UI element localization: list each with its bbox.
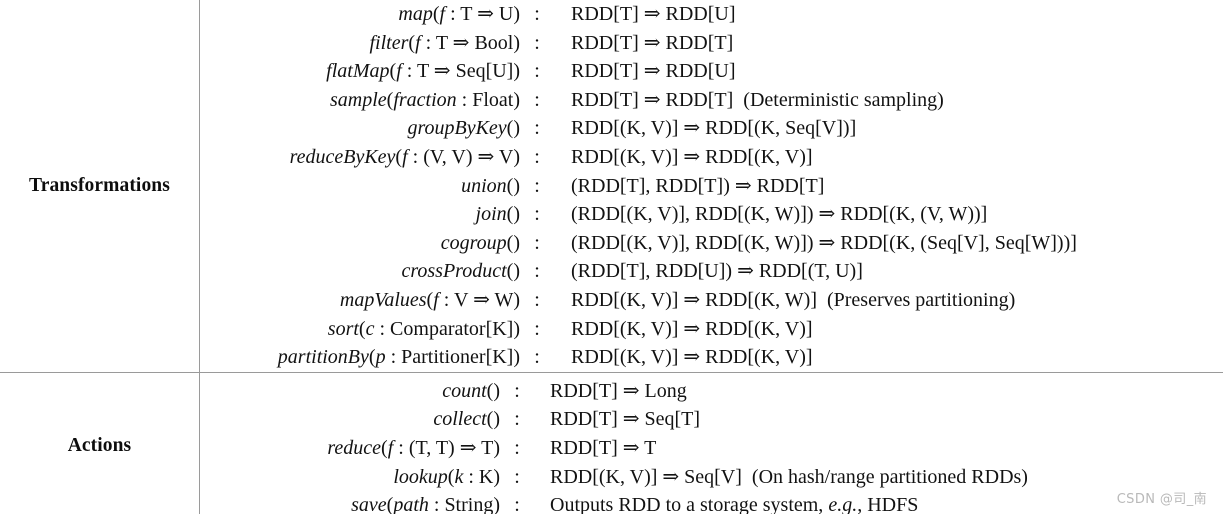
api-type: RDD[T] ⇒ RDD[T] [571,31,734,54]
api-signature: flatMap(f : T ⇒ Seq[U]) [326,60,520,83]
api-row: flatMap(f : T ⇒ Seq[U]): RDD[T] ⇒ RDD[U] [200,57,1223,86]
api-type: (RDD[(K, V)], RDD[(K, W)]) ⇒ RDD[(K, (V,… [571,203,988,226]
api-signature: join() [475,203,520,226]
section-label-actions: Actions [67,435,132,457]
api-type: (RDD[T], RDD[U]) ⇒ RDD[(T, U)] [571,260,863,283]
api-row: lookup(k : K): RDD[(K, V)] ⇒ Seq[V] (On h… [200,463,1223,492]
api-signature: cogroup() [440,231,520,254]
api-row: collect(): RDD[T] ⇒ Seq[T] [200,405,1223,434]
api-type: RDD[T] ⇒ RDD[U] [571,60,736,83]
api-row: reduceByKey(f : (V, V) ⇒ V): RDD[(K, V)] … [200,143,1223,172]
api-signature: mapValues(f : V ⇒ W) [339,288,520,311]
api-note: (Deterministic sampling) [743,88,944,111]
api-row: groupByKey(): RDD[(K, V)] ⇒ RDD[(K, Seq[V… [200,114,1223,143]
api-row: count(): RDD[T] ⇒ Long [200,377,1223,406]
api-colon: : [534,288,540,311]
api-colon: : [514,379,520,402]
api-signature: groupByKey() [407,117,520,140]
api-type: RDD[(K, V)] ⇒ RDD[(K, V)] [571,346,813,369]
api-signature: sample(fraction : Float) [329,88,520,111]
rdd-api-table: Transformations map(f : T ⇒ U): RDD[T] ⇒ … [0,0,1223,514]
section-label-cell-transformations: Transformations [0,0,200,373]
watermark: CSDN @司_南 [1116,492,1207,507]
api-colon: : [534,317,540,340]
api-colon: : [534,174,540,197]
api-row: mapValues(f : V ⇒ W): RDD[(K, V)] ⇒ RDD[(… [200,286,1223,315]
api-signature: filter(f : T ⇒ Bool) [369,31,521,54]
api-type: RDD[T] ⇒ T [550,436,657,459]
api-colon: : [534,203,540,226]
api-row: sort(c : Comparator[K]): RDD[(K, V)] ⇒ RD… [200,315,1223,344]
api-colon: : [514,408,520,431]
api-row: cogroup(): (RDD[(K, V)], RDD[(K, W)]) ⇒ R… [200,229,1223,258]
api-colon: : [534,88,540,111]
api-colon: : [514,436,520,459]
api-row: filter(f : T ⇒ Bool): RDD[T] ⇒ RDD[T] [200,29,1223,58]
api-signature: map(f : T ⇒ U) [398,3,520,25]
api-type: RDD[T] ⇒ Seq[T] [550,408,701,431]
api-signature: count() [442,379,500,402]
api-colon: : [534,346,540,369]
api-note: (Preserves partitioning) [826,288,1016,311]
api-colon: : [534,31,540,54]
api-colon: : [534,260,540,283]
api-type: RDD[T] ⇒ Long [550,379,687,402]
section-label-transformations: Transformations [29,174,170,196]
api-row: map(f : T ⇒ U): RDD[T] ⇒ RDD[U] [200,0,1223,29]
api-colon: : [534,117,540,140]
api-type: RDD[(K, V)] ⇒ RDD[(K, W)] (Preserves par… [571,288,1016,311]
api-signature: lookup(k : K) [393,465,500,488]
api-colon: : [534,60,540,83]
api-colon: : [534,3,540,25]
api-signature: partitionBy(p : Partitioner[K]) [277,346,520,369]
section-actions: Actions count(): RDD[T] ⇒ Long collect(): R… [0,372,1223,514]
api-signature: union() [461,174,520,197]
api-signature: save(path : String) [351,494,500,514]
transformations-row-list: map(f : T ⇒ U): RDD[T] ⇒ RDD[U] filter(f :… [200,0,1223,372]
api-colon: : [514,494,520,514]
api-type: RDD[(K, V)] ⇒ RDD[(K, Seq[V])] [571,117,857,140]
api-signature: collect() [433,408,500,431]
api-colon: : [514,465,520,488]
api-type: RDD[(K, V)] ⇒ Seq[V] (On hash/range part… [550,465,1028,488]
api-row: partitionBy(p : Partitioner[K]): RDD[(K, … [200,343,1223,372]
api-colon: : [534,145,540,168]
api-note: (On hash/range partitioned RDDs) [751,465,1028,488]
api-type: (RDD[(K, V)], RDD[(K, W)]) ⇒ RDD[(K, (Se… [571,231,1077,254]
api-colon: : [534,231,540,254]
api-signature: sort(c : Comparator[K]) [327,317,520,340]
actions-row-list: count(): RDD[T] ⇒ Long collect(): RDD[T] ⇒ … [200,373,1223,514]
section-label-cell-actions: Actions [0,372,200,514]
api-signature: crossProduct() [401,260,520,283]
api-row: crossProduct(): (RDD[T], RDD[U]) ⇒ RDD[(T… [200,257,1223,286]
figure-container: Transformations map(f : T ⇒ U): RDD[T] ⇒ … [0,0,1223,514]
section-body-actions: count(): RDD[T] ⇒ Long collect(): RDD[T] ⇒ … [200,372,1223,514]
api-row: sample(fraction : Float): RDD[T] ⇒ RDD[T]… [200,86,1223,115]
api-row: union(): (RDD[T], RDD[T]) ⇒ RDD[T] [200,172,1223,201]
api-signature: reduceByKey(f : (V, V) ⇒ V) [289,145,520,168]
api-row: reduce(f : (T, T) ⇒ T): RDD[T] ⇒ T [200,434,1223,463]
api-type: RDD[T] ⇒ RDD[T] (Deterministic sampling) [571,88,944,111]
api-signature: reduce(f : (T, T) ⇒ T) [327,436,500,459]
api-row: join(): (RDD[(K, V)], RDD[(K, W)]) ⇒ RDD[… [200,200,1223,229]
api-type: RDD[(K, V)] ⇒ RDD[(K, V)] [571,317,813,340]
api-row: save(path : String): Outputs RDD to a sto… [200,491,1223,514]
section-body-transformations: map(f : T ⇒ U): RDD[T] ⇒ RDD[U] filter(f :… [199,0,1223,373]
api-type: (RDD[T], RDD[T]) ⇒ RDD[T] [571,174,825,197]
api-type: RDD[T] ⇒ RDD[U] [571,3,736,25]
section-transformations: Transformations map(f : T ⇒ U): RDD[T] ⇒ … [0,0,1223,373]
api-type: RDD[(K, V)] ⇒ RDD[(K, V)] [571,145,813,168]
